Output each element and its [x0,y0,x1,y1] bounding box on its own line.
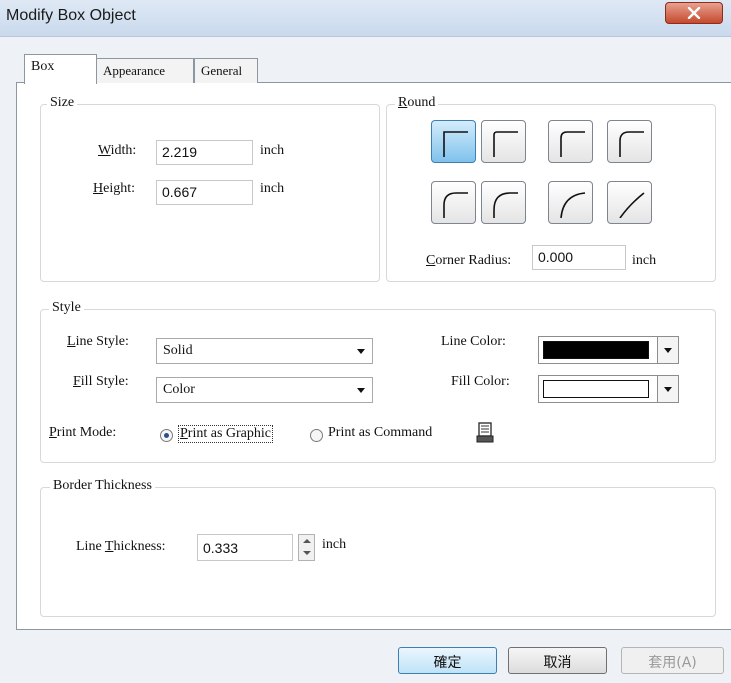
fill-style-select[interactable]: Color [156,377,373,403]
window-title: Modify Box Object [6,7,136,24]
height-label: Height: [93,181,136,196]
round-preset-1[interactable] [431,120,476,163]
print-command-label[interactable]: Print as Command [328,425,432,441]
corner-radius-input[interactable]: 0.000 [532,245,626,270]
line-thickness-unit: inch [322,537,347,552]
fill-color-picker[interactable] [538,375,679,403]
chevron-down-icon [357,388,365,393]
corner-radius-label: Corner Radius: [426,253,512,268]
tab-appearance[interactable]: Appearance [96,58,194,83]
width-input[interactable]: 2.219 [156,140,253,165]
round-preset-5[interactable] [431,181,476,224]
line-color-swatch [543,341,649,359]
corner-round-xxl-icon [493,192,518,218]
width-unit: inch [260,143,285,158]
line-style-select[interactable]: Solid [156,338,373,364]
line-thickness-stepper[interactable] [298,534,315,561]
corner-curve-icon [560,192,586,218]
chevron-down-icon [357,349,365,354]
style-group-label: Style [49,300,84,316]
height-input[interactable]: 0.667 [156,180,253,205]
fill-color-swatch [543,380,649,398]
line-color-label: Line Color: [441,334,506,349]
ok-button[interactable]: 確定 [398,647,497,674]
line-thickness-label: Line Thickness: [76,539,166,554]
print-graphic-label[interactable]: Print as Graphic [178,425,273,443]
print-mode-label: Print Mode: [49,425,117,440]
round-group-label: Round [395,95,439,111]
corner-round-xl-icon [443,192,468,218]
fill-color-dropdown[interactable] [657,376,678,402]
height-unit: inch [260,181,285,196]
line-color-picker[interactable] [538,336,679,364]
close-button[interactable] [665,2,723,24]
print-graphic-radio[interactable] [160,429,173,442]
corner-radius-unit: inch [632,253,657,268]
fill-color-label: Fill Color: [451,374,510,389]
stepper-up-icon[interactable] [303,539,311,543]
round-preset-3[interactable] [548,120,593,163]
round-preset-4[interactable] [607,120,652,163]
apply-button[interactable]: 套用(A) [621,647,724,674]
close-icon [687,7,701,19]
stepper-down-icon[interactable] [303,551,311,555]
chevron-down-icon [664,387,672,392]
tab-box[interactable]: Box [24,54,97,84]
round-preset-7[interactable] [548,181,593,224]
line-thickness-input[interactable]: 0.333 [197,534,293,561]
print-command-radio[interactable] [310,429,323,442]
line-color-dropdown[interactable] [657,337,678,363]
corner-round-medium-icon [560,131,585,157]
size-group-label: Size [47,95,78,111]
round-preset-6[interactable] [481,181,526,224]
border-thickness-label: Border Thickness [50,478,155,494]
printer-icon[interactable] [475,422,495,449]
round-preset-2[interactable] [481,120,526,163]
fill-style-label: Fill Style: [73,374,129,389]
tab-general[interactable]: General [194,58,258,83]
corner-round-small-icon [493,131,518,157]
round-preset-8[interactable] [607,181,652,224]
corner-round-large-icon [619,131,644,157]
width-label: Width: [98,143,137,158]
corner-square-icon [443,131,468,157]
line-style-label: Line Style: [67,334,129,349]
chevron-down-icon [664,348,672,353]
corner-diagonal-icon [619,192,645,218]
cancel-button[interactable]: 取消 [508,647,607,674]
